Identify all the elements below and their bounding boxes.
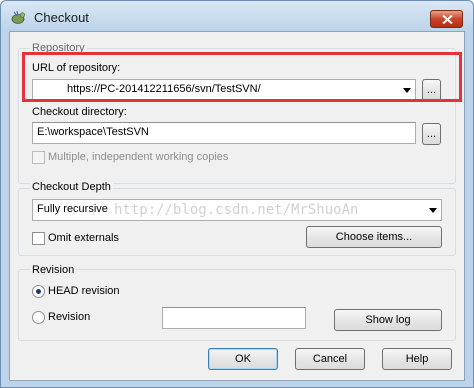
- head-revision-label: HEAD revision: [48, 285, 120, 297]
- choose-items-button[interactable]: Choose items...: [306, 226, 442, 248]
- directory-browse-button[interactable]: ...: [422, 123, 441, 145]
- window-title: Checkout: [34, 10, 89, 25]
- url-combobox[interactable]: https://PC-201412211656/svn/TestSVN/: [32, 79, 416, 101]
- checkout-directory-input[interactable]: E:\workspace\TestSVN: [32, 122, 416, 144]
- radio-selected-dot: [36, 289, 41, 294]
- show-log-button[interactable]: Show log: [334, 309, 442, 331]
- revision-label: Revision: [48, 311, 91, 323]
- close-button[interactable]: [430, 10, 463, 28]
- cancel-button[interactable]: Cancel: [295, 348, 365, 370]
- revision-radio[interactable]: [32, 311, 45, 324]
- repository-group-label: Repository: [30, 42, 87, 54]
- dialog-client-area: Repository URL of repository: https://PC…: [9, 31, 465, 381]
- depth-selected-value: Fully recursive: [37, 203, 108, 215]
- close-icon: [442, 15, 453, 24]
- ok-button[interactable]: OK: [208, 348, 278, 370]
- multiple-copies-label: Multiple, independent working copies: [48, 151, 229, 163]
- title-bar[interactable]: Checkout: [1, 1, 473, 31]
- tortoisesvn-icon: [11, 10, 26, 24]
- head-revision-radio[interactable]: [32, 285, 45, 298]
- help-button[interactable]: Help: [382, 348, 452, 370]
- multiple-copies-checkbox[interactable]: [32, 151, 45, 164]
- url-browse-button[interactable]: ...: [422, 79, 441, 101]
- omit-externals-label: Omit externals: [48, 232, 119, 244]
- checkout-depth-group-label: Checkout Depth: [30, 181, 113, 193]
- url-value: https://PC-201412211656/svn/TestSVN/: [67, 83, 261, 95]
- omit-externals-checkbox[interactable]: [32, 232, 45, 245]
- revision-group-label: Revision: [30, 264, 77, 276]
- depth-select[interactable]: Fully recursive: [32, 199, 442, 221]
- chevron-down-icon[interactable]: [429, 208, 437, 213]
- checkout-dialog: Checkout Repository URL of repository: h…: [0, 0, 474, 388]
- checkout-directory-label: Checkout directory:: [32, 106, 127, 118]
- url-label: URL of repository:: [32, 62, 121, 74]
- revision-number-input[interactable]: [162, 307, 306, 329]
- chevron-down-icon[interactable]: [403, 88, 411, 93]
